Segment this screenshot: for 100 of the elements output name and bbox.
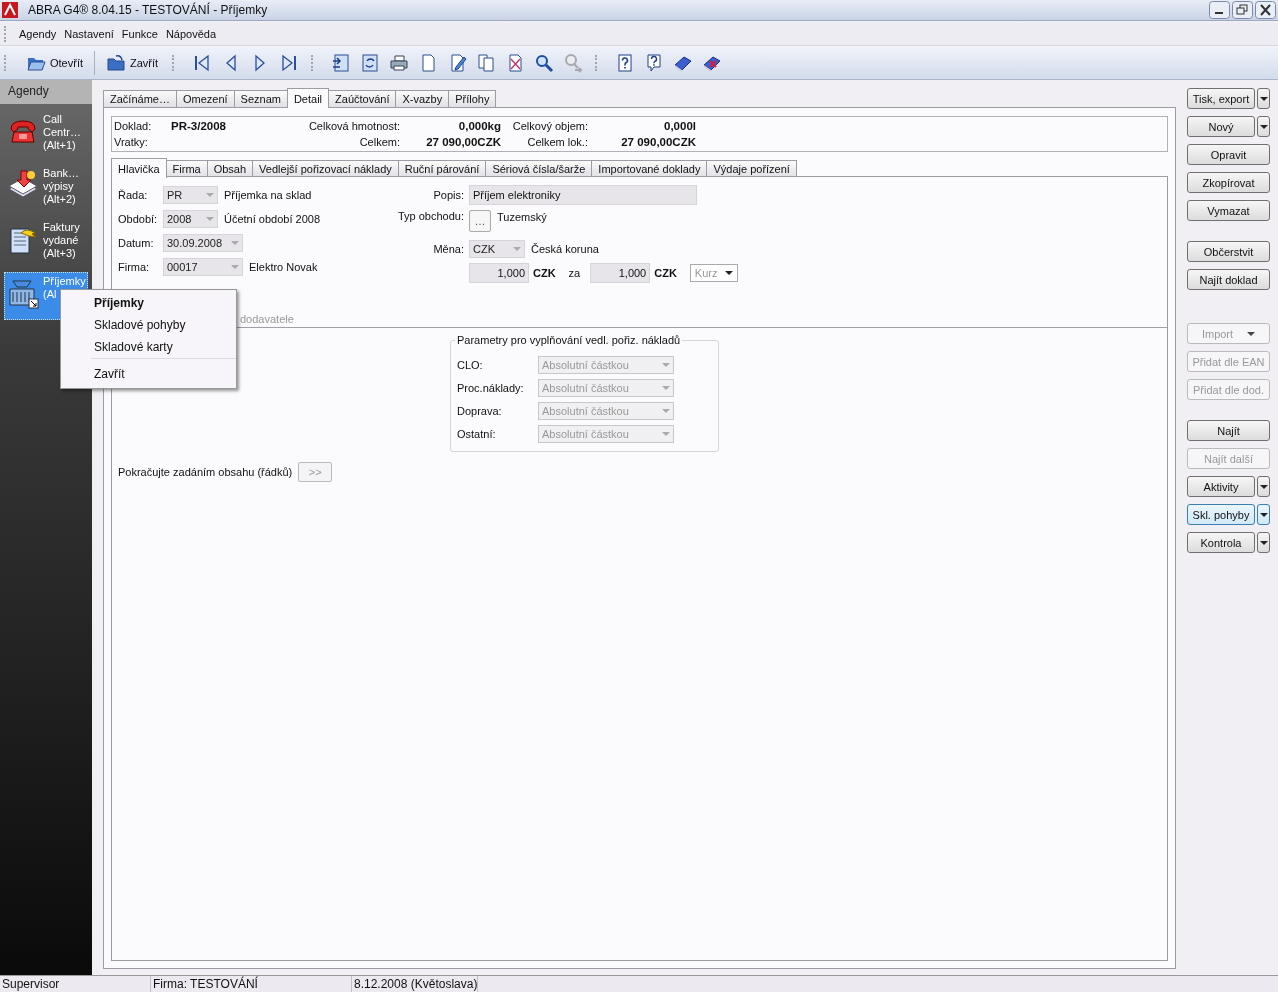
tab[interactable]: Začínáme…: [103, 90, 177, 107]
caret-icon: [662, 385, 670, 390]
summary-value: PR-3/2008: [171, 120, 226, 132]
dropdown-button[interactable]: [1257, 88, 1270, 109]
copy-documents-icon[interactable]: [476, 52, 497, 73]
field-label: Popis:: [432, 189, 465, 201]
dropdown-button[interactable]: [1257, 532, 1270, 553]
caret-icon: [662, 408, 670, 413]
status-text: 8.12.2008 (Květoslava): [352, 976, 479, 992]
text-field[interactable]: Příjem elektroniky: [469, 185, 697, 205]
caret-icon: [1247, 331, 1256, 336]
caret-icon: [231, 265, 239, 269]
caret-icon: [513, 247, 521, 251]
status-text: Firma: TESTOVÁNÍ: [151, 976, 352, 992]
summary-label: Celková hmotnost:: [307, 120, 401, 132]
combo-box[interactable]: 00017: [163, 258, 243, 276]
dropdown-button[interactable]: [1257, 476, 1270, 497]
summary-value: 0,000l: [664, 120, 696, 132]
field-note: Tuzemský: [497, 211, 547, 223]
action-button[interactable]: Kontrola: [1187, 532, 1255, 553]
close-icon[interactable]: [1255, 1, 1276, 19]
menu-item[interactable]: Agendy: [15, 28, 61, 40]
minimize-icon[interactable]: [1209, 1, 1230, 19]
menu-item[interactable]: Nápověda: [161, 28, 221, 40]
field-label: Doprava:: [457, 404, 503, 417]
tab[interactable]: Hlavička: [111, 158, 167, 178]
field-label: Proc.náklady:: [457, 381, 525, 394]
action-button[interactable]: Zkopírovat: [1187, 172, 1270, 193]
field-label: Typ obchodu:: [396, 210, 465, 222]
tab[interactable]: Přílohy: [448, 90, 497, 107]
action-button[interactable]: Opravit: [1187, 144, 1270, 165]
summary-value: 0,000kg: [458, 120, 501, 132]
action-button[interactable]: Občerstvit: [1187, 241, 1270, 262]
summary-label: Celkem:: [358, 136, 401, 148]
tab[interactable]: Zaúčtování: [328, 90, 397, 107]
caret-icon: [206, 193, 214, 197]
tab[interactable]: X-vazby: [395, 90, 450, 107]
field-note: Účetní období 2008: [224, 213, 321, 225]
refresh-icon[interactable]: [360, 52, 381, 73]
field-label: Datum:: [118, 237, 155, 249]
action-button[interactable]: Skl. pohyby: [1187, 504, 1255, 525]
sidebar-title: Agendy: [0, 80, 92, 104]
menu-item[interactable]: Skladové karty: [61, 336, 236, 358]
field-note: Příjemka na sklad: [224, 189, 312, 201]
combo-box[interactable]: PR: [163, 186, 218, 204]
browse-button[interactable]: …: [469, 210, 491, 232]
field-note: Elektro Novak: [249, 261, 318, 273]
summary-value: 27 090,00CZK: [621, 136, 696, 148]
summary-label: Vratky:: [114, 136, 149, 148]
field-note: Česká koruna: [531, 243, 599, 255]
action-button[interactable]: Najít: [1187, 420, 1270, 441]
warehouse-icon: [7, 277, 39, 309]
caret-icon: [662, 362, 670, 367]
action-button[interactable]: Nový: [1187, 116, 1255, 137]
dropdown-button[interactable]: [1257, 504, 1270, 525]
menu-item[interactable]: Funkce: [117, 28, 162, 40]
toolbar-button[interactable]: Otevřít: [24, 50, 85, 75]
currency-label: CZK: [654, 267, 677, 279]
action-button[interactable]: Najít doklad: [1187, 269, 1270, 290]
toolbar-button[interactable]: Zavřít: [104, 50, 161, 75]
amount-field[interactable]: 1,000: [469, 263, 529, 283]
field-label: Řada:: [118, 189, 149, 201]
menu-item[interactable]: Nastavení: [60, 28, 118, 40]
restore-icon[interactable]: [1232, 1, 1253, 19]
status-text: Supervisor: [0, 976, 151, 992]
sidebar-item[interactable]: Faktury vydané (Alt+3): [4, 218, 88, 266]
search-icon[interactable]: [534, 52, 555, 73]
folder-icon: [106, 52, 126, 73]
combo-box[interactable]: 30.09.2008: [163, 234, 243, 252]
dropdown-button[interactable]: [1257, 116, 1270, 137]
amount-field[interactable]: 1,000: [590, 263, 651, 283]
document-arrows-icon[interactable]: [331, 52, 352, 73]
tab[interactable]: Detail: [286, 88, 330, 108]
action-button[interactable]: Aktivity: [1187, 476, 1255, 497]
summary-label: Celkem lok.:: [526, 136, 589, 148]
menu-item[interactable]: Zavřít: [91, 358, 236, 386]
field-label: Ostatní:: [457, 427, 497, 440]
app-logo-icon: [2, 2, 18, 18]
summary-value: 27 090,00CZK: [426, 136, 501, 148]
tab[interactable]: Omezení: [175, 90, 235, 107]
caret-icon: [1259, 484, 1268, 489]
caret-icon: [1259, 124, 1268, 129]
combo-box[interactable]: CZK: [469, 240, 525, 258]
currency-label: CZK: [533, 267, 556, 279]
action-button[interactable]: Tisk, export: [1187, 88, 1255, 109]
field-label: CLO:: [457, 358, 484, 371]
caret-icon: [724, 271, 733, 275]
sidebar-item[interactable]: Call Centr… (Alt+1): [4, 110, 88, 158]
caret-icon: [231, 241, 239, 245]
caret-icon: [1259, 512, 1268, 517]
caret-icon: [1259, 540, 1268, 545]
summary-label: Doklad:: [114, 120, 153, 132]
sidebar-item[interactable]: Bank… výpisy (Alt+2): [4, 164, 88, 212]
combo-box[interactable]: 2008: [163, 210, 218, 228]
action-button[interactable]: Vymazat: [1187, 200, 1270, 221]
field-label: Období:: [118, 213, 159, 225]
caret-icon: [1259, 96, 1268, 101]
printer-icon[interactable]: [389, 52, 410, 73]
field-label: Měna:: [432, 243, 465, 255]
tab[interactable]: Seznam: [233, 90, 288, 107]
